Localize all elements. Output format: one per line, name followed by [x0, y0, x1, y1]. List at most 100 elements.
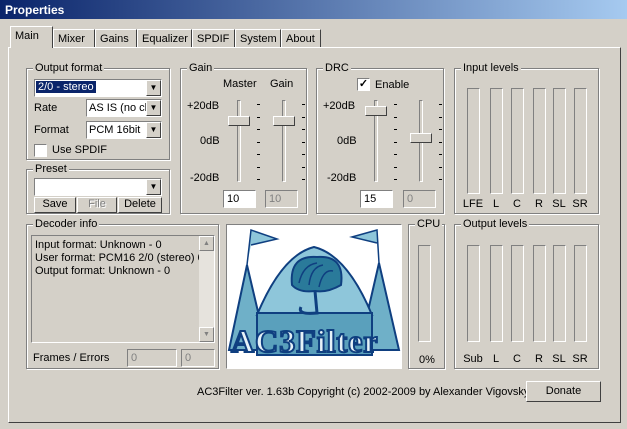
use-spdif-checkbox[interactable]: [34, 144, 47, 157]
gain-label: Gain: [270, 78, 294, 90]
slider-tick: [302, 141, 305, 143]
scroll-down-icon[interactable]: ▼: [199, 327, 214, 342]
slider-tick: [439, 141, 442, 143]
slider-tick: [257, 154, 260, 155]
output-level-meter: [490, 245, 503, 342]
decoder-info-line: Input format: Unknown - 0: [35, 239, 162, 251]
tab-equalizer[interactable]: Equalizer: [137, 29, 192, 47]
chevron-down-icon[interactable]: ▼: [146, 179, 161, 195]
cpu-label: CPU: [415, 218, 443, 230]
drc-group-label: DRC: [323, 62, 351, 74]
input-level-meter: [574, 88, 587, 194]
decoder-info-label: Decoder info: [33, 218, 100, 230]
scroll-up-icon[interactable]: ▲: [199, 236, 214, 251]
slider-tick: [394, 154, 397, 155]
title-bar: Properties: [0, 0, 627, 19]
slider-tick: [439, 116, 442, 118]
master-label: Master: [223, 78, 257, 90]
master-slider-track[interactable]: [237, 100, 241, 182]
file-button[interactable]: File: [77, 197, 117, 213]
output-level-channel-label: Sub: [463, 353, 483, 365]
gain-slider-thumb[interactable]: [273, 116, 295, 126]
chevron-down-icon[interactable]: ▼: [146, 122, 161, 138]
logo-text: AC3Filter: [230, 322, 379, 360]
cpu-meter: [418, 245, 431, 342]
drc-enable-checkbox[interactable]: ✓: [357, 78, 370, 91]
output-level-channel-label: SL: [552, 353, 566, 365]
input-level-meter: [490, 88, 503, 194]
decoder-info-text[interactable]: Input format: Unknown - 0 User format: P…: [31, 235, 215, 343]
frames-errors-label: Frames / Errors: [33, 352, 110, 364]
save-button[interactable]: Save: [34, 197, 76, 213]
preset-select[interactable]: ▼: [34, 178, 162, 196]
gain-slider-track[interactable]: [282, 100, 286, 182]
slider-tick: [302, 129, 305, 130]
output-level-meter: [533, 245, 546, 342]
decoder-info-line: User format: PCM16 2/0 (stereo) 0: [35, 252, 204, 264]
slider-tick: [439, 166, 442, 168]
ac3filter-logo: AC3Filter: [226, 224, 402, 369]
delete-button[interactable]: Delete: [118, 197, 162, 213]
window-title: Properties: [5, 3, 65, 17]
slider-tick: [394, 166, 397, 168]
errors-field: 0: [181, 349, 215, 367]
input-level-channel-label: LFE: [462, 198, 484, 210]
slider-tick: [302, 166, 305, 168]
gain-value-field[interactable]: 10: [265, 190, 298, 208]
tab-main[interactable]: Main: [10, 26, 53, 48]
input-level-channel-label: L: [492, 198, 500, 210]
output-format-value: 2/0 - stereo: [36, 81, 96, 93]
decoder-info-line: Output format: Unknown - 0: [35, 265, 171, 277]
drc-second-slider-thumb[interactable]: [410, 133, 432, 143]
input-level-meter: [467, 88, 480, 194]
tab-system[interactable]: System: [235, 29, 281, 47]
input-level-channel-label: C: [513, 198, 521, 210]
slider-tick: [257, 141, 260, 143]
chevron-down-icon[interactable]: ▼: [146, 80, 161, 96]
drc-second-value-field[interactable]: 0: [403, 190, 436, 208]
output-level-meter: [574, 245, 587, 342]
slider-tick: [439, 104, 442, 105]
input-level-meter: [533, 88, 546, 194]
slider-tick: [257, 116, 260, 118]
frames-field: 0: [127, 349, 177, 367]
drc-value-field[interactable]: 15: [360, 190, 393, 208]
slider-tick: [394, 179, 397, 180]
slider-tick: [394, 116, 397, 118]
output-level-channel-label: SR: [572, 353, 588, 365]
output-level-channel-label: R: [535, 353, 543, 365]
slider-tick: [439, 129, 442, 130]
slider-tick: [439, 154, 442, 155]
slider-tick: [302, 116, 305, 118]
gain-group-label: Gain: [187, 62, 215, 74]
master-value-field[interactable]: 10: [223, 190, 256, 208]
copyright-text: AC3Filter ver. 1.63b Copyright (c) 2002-…: [197, 386, 530, 398]
drc-slider-thumb[interactable]: [365, 106, 387, 116]
input-level-channel-label: SR: [572, 198, 588, 210]
format-select[interactable]: PCM 16bit ▼: [86, 121, 162, 139]
tab-gains[interactable]: Gains: [95, 29, 137, 47]
gain-scale-bottom: -20dB: [190, 172, 220, 184]
output-format-label: Output format: [33, 62, 105, 74]
input-level-meter: [553, 88, 566, 194]
chevron-down-icon[interactable]: ▼: [146, 100, 161, 116]
drc-scale-bottom: -20dB: [327, 172, 357, 184]
tab-about[interactable]: About: [281, 29, 321, 47]
format-value: PCM 16bit: [89, 124, 141, 136]
tab-mixer[interactable]: Mixer: [53, 29, 95, 47]
scrollbar[interactable]: ▲ ▼: [199, 236, 214, 342]
slider-tick: [439, 179, 442, 180]
slider-tick: [302, 154, 305, 155]
preset-label: Preset: [33, 163, 69, 175]
donate-button[interactable]: Donate: [526, 381, 601, 402]
output-levels-label: Output levels: [461, 218, 530, 230]
cpu-value: 0%: [419, 354, 435, 366]
slider-tick: [302, 179, 305, 180]
output-format-select[interactable]: 2/0 - stereo ▼: [34, 79, 162, 97]
tab-spdif[interactable]: SPDIF: [192, 29, 235, 47]
slider-tick: [394, 141, 397, 143]
rate-select[interactable]: AS IS (no ch ▼: [86, 99, 162, 117]
rate-label: Rate: [34, 102, 58, 114]
master-slider-thumb[interactable]: [228, 116, 250, 126]
use-spdif-label: Use SPDIF: [52, 144, 108, 156]
